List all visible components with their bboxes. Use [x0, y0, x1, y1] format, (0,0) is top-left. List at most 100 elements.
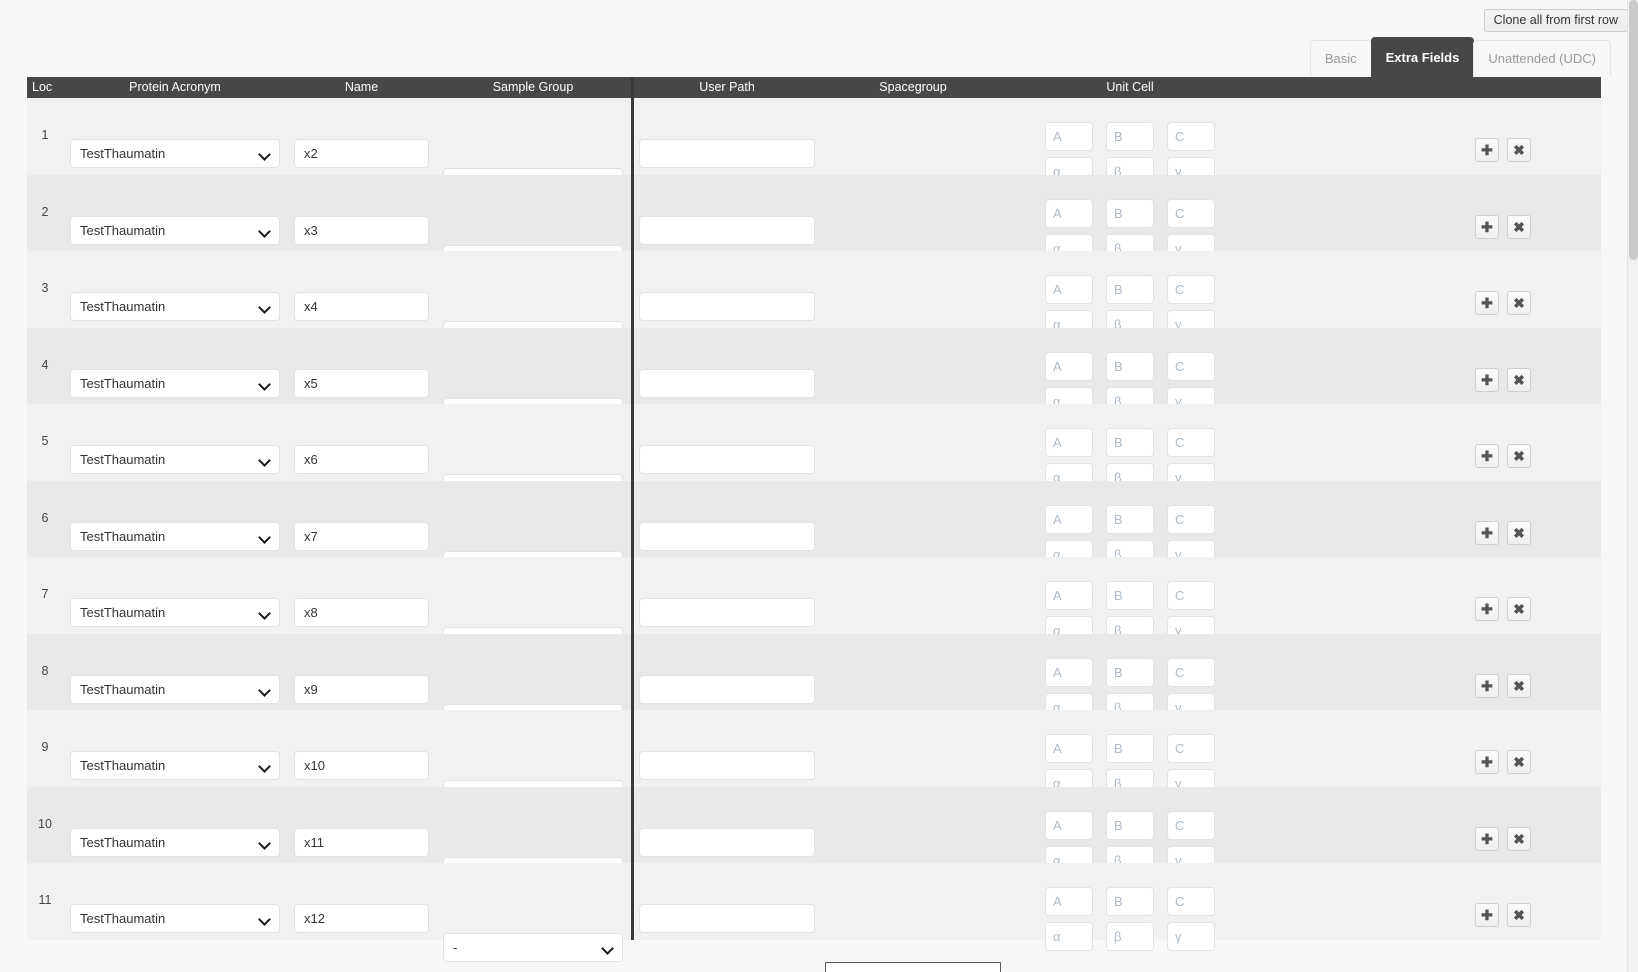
name-input[interactable] [294, 674, 429, 704]
user-path-input[interactable] [639, 368, 815, 398]
user-path-input[interactable] [639, 904, 815, 933]
protein-acronym-select[interactable]: TestThaumatin [70, 598, 280, 627]
tab-extra-fields[interactable]: Extra Fields [1370, 37, 1475, 77]
name-input[interactable] [294, 215, 429, 245]
unit-cell-a-input[interactable] [1045, 657, 1093, 687]
unit-cell-c-input[interactable] [1167, 657, 1215, 687]
protein-acronym-select[interactable]: TestThaumatin [70, 215, 280, 245]
unit-cell-c-input[interactable] [1167, 198, 1215, 228]
name-input[interactable] [294, 139, 429, 168]
unit-cell-c-input[interactable] [1167, 122, 1215, 151]
add-row-button[interactable]: ✚ [1475, 444, 1499, 468]
page-scrollbar-thumb[interactable] [1629, 0, 1638, 260]
add-row-button[interactable]: ✚ [1475, 138, 1499, 162]
sample-group-select[interactable]: - [443, 933, 623, 962]
unit-cell-b-input[interactable] [1106, 275, 1154, 304]
unit-cell-c-input[interactable] [1167, 428, 1215, 457]
name-input[interactable] [294, 445, 429, 474]
user-path-input[interactable] [639, 292, 815, 321]
remove-row-button[interactable]: ✖ [1507, 367, 1531, 392]
protein-acronym-select[interactable]: TestThaumatin [70, 368, 280, 398]
unit-cell-a-input[interactable] [1045, 275, 1093, 304]
user-path-input[interactable] [639, 598, 815, 627]
add-row-button[interactable]: ✚ [1475, 520, 1499, 545]
unit-cell-c-input[interactable] [1167, 275, 1215, 304]
name-input[interactable] [294, 598, 429, 627]
page-scrollbar[interactable] [1627, 0, 1638, 972]
remove-row-button[interactable]: ✖ [1507, 903, 1531, 927]
unit-cell-b-input[interactable] [1106, 428, 1154, 457]
clone-all-from-first-row-button[interactable]: Clone all from first row [1483, 9, 1628, 32]
tab-basic[interactable]: Basic [1309, 40, 1372, 77]
unit-cell-a-input[interactable] [1045, 351, 1093, 381]
user-path-input[interactable] [639, 751, 815, 780]
spacegroup-select[interactable] [825, 962, 1001, 972]
protein-acronym-select[interactable]: TestThaumatin [70, 751, 280, 780]
unit-cell-a-input[interactable] [1045, 887, 1093, 916]
user-path-input[interactable] [639, 674, 815, 704]
unit-cell-b-input[interactable] [1106, 504, 1154, 534]
add-row-button[interactable]: ✚ [1475, 597, 1499, 621]
unit-cell-a-input[interactable] [1045, 734, 1093, 763]
unit-cell-a-input[interactable] [1045, 581, 1093, 610]
unit-cell-a-input[interactable] [1045, 122, 1093, 151]
remove-row-button[interactable]: ✖ [1507, 597, 1531, 621]
unit-cell-c-input[interactable] [1167, 351, 1215, 381]
remove-row-button[interactable]: ✖ [1507, 520, 1531, 545]
tab-unattended-udc[interactable]: Unattended (UDC) [1473, 40, 1611, 77]
protein-acronym-select[interactable]: TestThaumatin [70, 445, 280, 474]
unit-cell-beta-input[interactable] [1106, 922, 1154, 951]
user-path-input[interactable] [639, 445, 815, 474]
remove-row-button[interactable]: ✖ [1507, 750, 1531, 774]
unit-cell-b-input[interactable] [1106, 198, 1154, 228]
unit-cell-c-input[interactable] [1167, 581, 1215, 610]
unit-cell-a-input[interactable] [1045, 198, 1093, 228]
add-row-button[interactable]: ✚ [1475, 826, 1499, 851]
protein-acronym-select[interactable]: TestThaumatin [70, 827, 280, 857]
add-row-button[interactable]: ✚ [1475, 367, 1499, 392]
add-row-button[interactable]: ✚ [1475, 214, 1499, 239]
user-path-input[interactable] [639, 827, 815, 857]
user-path-input[interactable] [639, 139, 815, 168]
name-input[interactable] [294, 751, 429, 780]
name-input[interactable] [294, 827, 429, 857]
unit-cell-b-input[interactable] [1106, 657, 1154, 687]
protein-acronym-select[interactable]: TestThaumatin [70, 904, 280, 933]
unit-cell-b-input[interactable] [1106, 122, 1154, 151]
remove-row-button[interactable]: ✖ [1507, 138, 1531, 162]
remove-row-button[interactable]: ✖ [1507, 214, 1531, 239]
unit-cell-a-input[interactable] [1045, 428, 1093, 457]
unit-cell-c-input[interactable] [1167, 887, 1215, 916]
remove-row-button[interactable]: ✖ [1507, 291, 1531, 315]
unit-cell-gamma-input[interactable] [1167, 922, 1215, 951]
unit-cell-c-input[interactable] [1167, 734, 1215, 763]
unit-cell-b-input[interactable] [1106, 887, 1154, 916]
unit-cell-a-input[interactable] [1045, 504, 1093, 534]
user-path-input[interactable] [639, 215, 815, 245]
protein-acronym-select[interactable]: TestThaumatin [70, 139, 280, 168]
name-input[interactable] [294, 292, 429, 321]
user-path-input[interactable] [639, 521, 815, 551]
protein-acronym-select[interactable]: TestThaumatin [70, 674, 280, 704]
protein-acronym-select[interactable]: TestThaumatin [70, 521, 280, 551]
remove-row-button[interactable]: ✖ [1507, 444, 1531, 468]
protein-acronym-select[interactable]: TestThaumatin [70, 292, 280, 321]
remove-row-button[interactable]: ✖ [1507, 673, 1531, 698]
name-input[interactable] [294, 521, 429, 551]
add-row-button[interactable]: ✚ [1475, 291, 1499, 315]
remove-row-button[interactable]: ✖ [1507, 826, 1531, 851]
unit-cell-c-input[interactable] [1167, 504, 1215, 534]
unit-cell-a-input[interactable] [1045, 810, 1093, 840]
unit-cell-b-input[interactable] [1106, 810, 1154, 840]
name-input[interactable] [294, 904, 429, 933]
unit-cell-b-input[interactable] [1106, 351, 1154, 381]
add-row-button[interactable]: ✚ [1475, 750, 1499, 774]
unit-cell-b-input[interactable] [1106, 581, 1154, 610]
add-row-button[interactable]: ✚ [1475, 673, 1499, 698]
unit-cell-alpha-input[interactable] [1045, 922, 1093, 951]
unit-cell-c-input[interactable] [1167, 810, 1215, 840]
name-input[interactable] [294, 368, 429, 398]
row-location-number: 4 [41, 357, 49, 372]
unit-cell-b-input[interactable] [1106, 734, 1154, 763]
add-row-button[interactable]: ✚ [1475, 903, 1499, 927]
